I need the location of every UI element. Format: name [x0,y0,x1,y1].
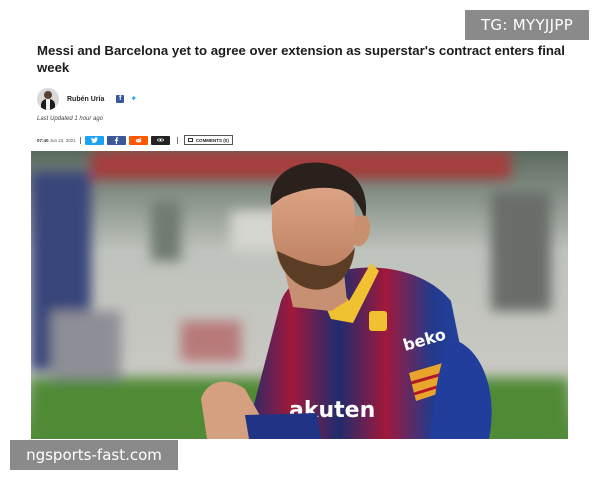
comment-icon [187,138,193,142]
publish-timestamp: 07:40 Jun 23, 2021 [37,138,76,143]
last-updated: Last Updated 1 hour ago [37,116,104,122]
facebook-icon[interactable]: f [116,95,125,103]
divider [176,136,178,144]
share-twitter-button[interactable] [84,135,104,145]
comments-button[interactable]: COMMENTS (0) [183,135,233,145]
share-link-button[interactable] [150,135,170,145]
author-name[interactable]: Rubén Uría [67,96,104,103]
publish-date: Jun 23, 2021 [49,137,76,143]
comments-label: COMMENTS (0) [195,137,229,143]
twitter-icon [90,137,98,143]
link-icon [157,138,164,142]
publish-time: 07:40 [37,137,49,143]
facebook-icon [114,136,119,144]
twitter-icon[interactable]: ✦ [130,95,138,103]
watermark-site: ngsports-fast.com [10,440,178,470]
share-facebook-button[interactable] [106,135,126,145]
article-headline: Messi and Barcelona yet to agree over ex… [37,43,565,75]
reddit-icon [135,137,142,143]
share-reddit-button[interactable] [128,135,148,145]
share-bar: 07:40 Jun 23, 2021 COMMENTS (0) [37,134,233,146]
author-avatar[interactable] [37,88,59,110]
article-photo[interactable]: beko akuten [31,151,568,439]
watermark-telegram: TG: MYYJJPP [465,10,589,40]
messi-celebration-photo: beko akuten [31,151,568,439]
byline: Rubén Uría f ✦ [37,87,138,111]
divider [79,136,81,144]
